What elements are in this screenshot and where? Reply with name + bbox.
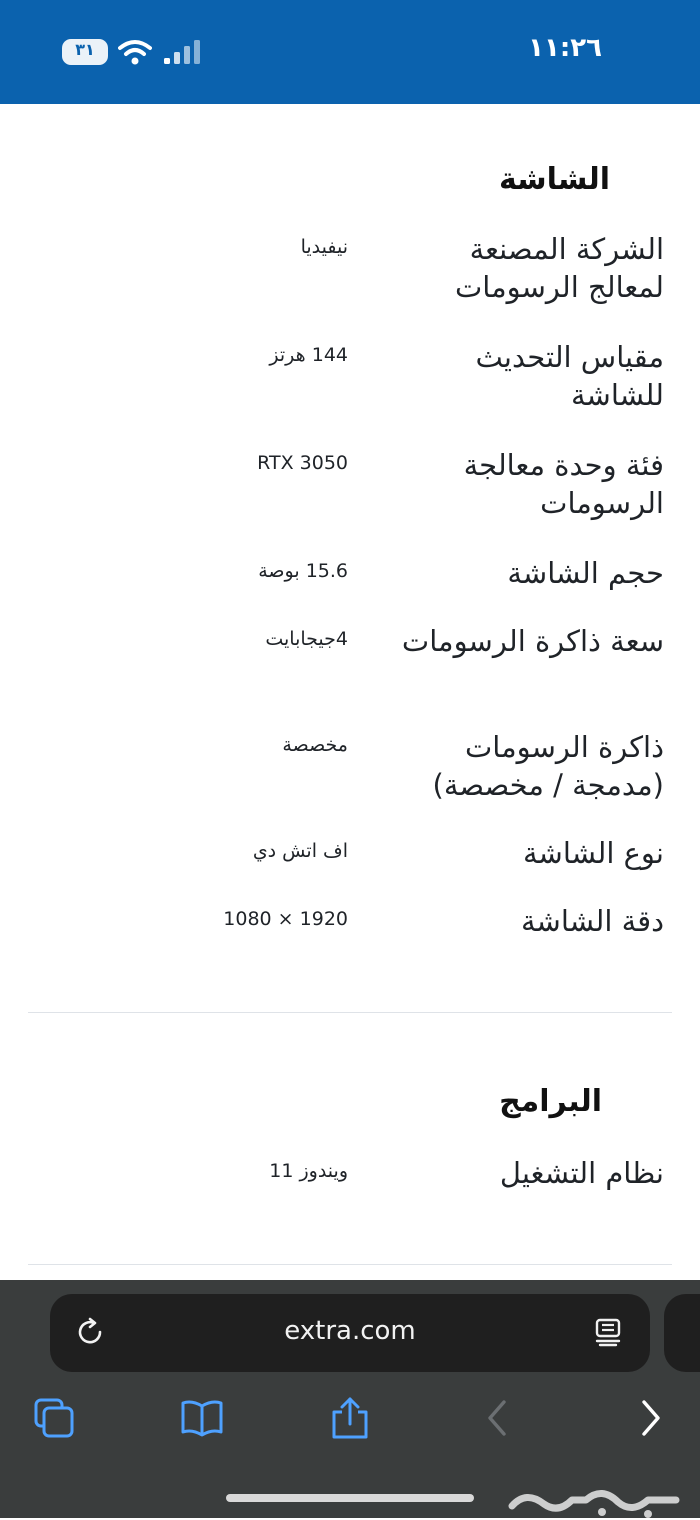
cellular-signal-icon — [164, 40, 200, 64]
tabs-icon[interactable] — [32, 1396, 76, 1440]
spec-value: ويندوز 11 — [269, 1160, 348, 1182]
spec-label: دقة الشاشة — [521, 904, 664, 938]
address-bar[interactable]: extra.com — [50, 1294, 650, 1372]
bookmarks-icon[interactable] — [180, 1396, 224, 1440]
spec-label: نظام التشغيل — [499, 1156, 664, 1190]
spec-label: مقياس التحديث للشاشة — [475, 340, 664, 412]
spec-label: الشركة المصنعة لمعالج الرسومات — [454, 232, 664, 304]
browser-toolbar: extra.com — [0, 1280, 700, 1518]
spec-value: مخصصة — [282, 734, 348, 756]
haraj-watermark-logo — [508, 1490, 680, 1518]
spec-value: 144 هرتز — [269, 344, 348, 366]
wifi-icon — [118, 40, 152, 65]
spec-label: حجم الشاشة — [507, 556, 664, 590]
spec-value: 1920 × 1080 — [223, 908, 348, 930]
forward-icon[interactable] — [628, 1396, 672, 1440]
section-divider — [28, 1012, 672, 1013]
spec-label: سعة ذاكرة الرسومات — [401, 624, 664, 658]
url-text[interactable]: extra.com — [50, 1316, 650, 1346]
spec-label: نوع الشاشة — [522, 836, 664, 870]
spec-value: 4جيجابايت — [265, 628, 348, 650]
next-tab-preview[interactable] — [664, 1294, 700, 1372]
spec-value: 15.6 بوصة — [258, 560, 348, 582]
section-title-display: الشاشة — [498, 162, 610, 197]
spec-value: اف اتش دي — [252, 840, 348, 862]
status-bar: ١١:٢٦ ٣١ — [0, 0, 700, 104]
spec-label: فئة وحدة معالجة الرسومات — [463, 448, 664, 520]
spec-value: نيفيديا — [300, 236, 348, 258]
spec-label: ذاكرة الرسومات (مدمجة / مخصصة) — [432, 730, 665, 802]
reader-mode-icon[interactable] — [592, 1316, 624, 1348]
share-icon[interactable] — [328, 1396, 372, 1440]
battery-icon: ٣١ — [62, 39, 108, 65]
spec-value: RTX 3050 — [257, 452, 348, 474]
status-time: ١١:٢٦ — [528, 33, 602, 63]
home-indicator — [226, 1494, 474, 1502]
section-divider — [28, 1264, 672, 1265]
section-title-software: البرامج — [499, 1084, 602, 1119]
back-icon[interactable] — [476, 1396, 520, 1440]
battery-level: ٣١ — [75, 40, 95, 59]
